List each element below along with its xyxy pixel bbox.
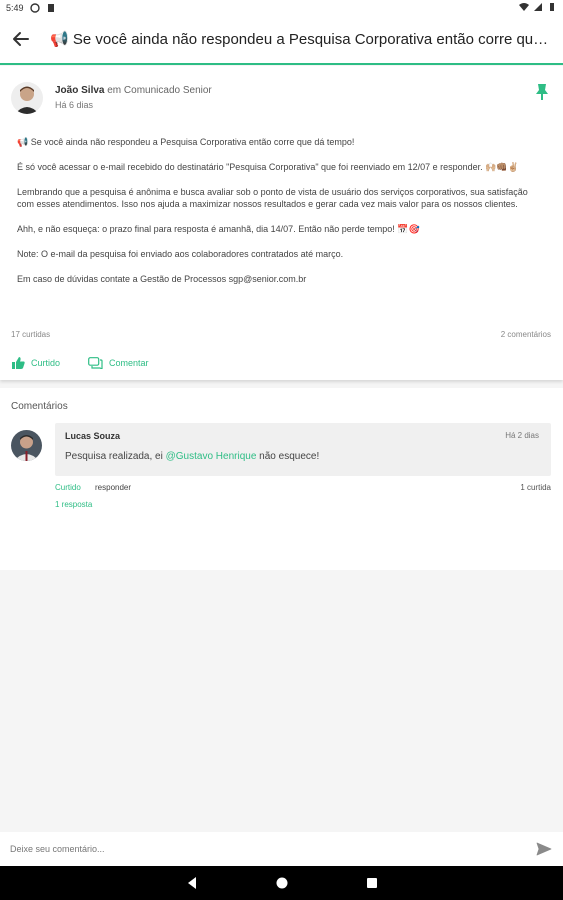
post-paragraph: Em caso de dúvidas contate a Gestão de P… [17,274,307,284]
like-icon [12,357,25,369]
likes-count[interactable]: 17 curtidas [11,330,50,339]
post-paragraph: Note: O e-mail da pesquisa foi enviado a… [17,249,344,259]
comment-card: Lucas Souza Há 2 dias Pesquisa realizada… [55,423,551,476]
page-title: 📢 Se você ainda não respondeu a Pesquisa… [50,31,550,48]
comment-text: Pesquisa realizada, ei @Gustavo Henrique… [65,451,319,462]
mention-link[interactable]: @Gustavo Henrique [166,451,257,462]
comment-composer [0,832,563,866]
author-line: João Silva em Comunicado Senior [55,85,212,96]
system-nav-bar [0,866,563,900]
status-bar: 5:49 [0,0,563,18]
comment-time: Há 2 dias [505,431,539,440]
post-context: em Comunicado Senior [107,85,212,96]
nav-home-icon[interactable] [275,876,289,890]
pin-icon [536,84,548,100]
comment-label: Comentar [109,358,149,368]
sync-icon [29,3,40,13]
battery-icon [550,3,554,11]
like-label: Curtido [31,358,61,368]
post-body: 📢 Se você ainda não respondeu a Pesquisa… [17,136,547,298]
commenter-avatar[interactable] [11,430,42,461]
post-paragraph: Lembrando que a pesquisa é anônima e bus… [17,187,528,209]
reply-button[interactable]: responder [95,483,131,492]
comment-author[interactable]: Lucas Souza [65,431,120,441]
post-card: João Silva em Comunicado Senior Há 6 dia… [0,66,563,380]
comment-text-before: Pesquisa realizada, ei [65,451,163,462]
wifi-icon [519,3,529,11]
nav-recents-icon[interactable] [365,876,379,890]
sd-card-icon [47,4,54,12]
comments-count[interactable]: 2 comentários [501,330,551,339]
author-avatar[interactable] [11,82,43,114]
comments-header: Comentários [11,401,68,412]
back-arrow-icon[interactable] [10,28,32,50]
nav-back-icon[interactable] [185,876,199,890]
comment-button[interactable]: Comentar [88,357,149,369]
send-icon[interactable] [536,841,552,857]
comment-input[interactable] [10,840,510,858]
status-time: 5:49 [6,3,24,13]
comment-text-after: não esquece! [259,451,320,462]
post-paragraph: 📢 Se você ainda não respondeu a Pesquisa… [17,137,355,147]
author-name[interactable]: João Silva [55,85,104,96]
comment-likes-count[interactable]: 1 curtida [520,483,551,492]
app-bar: 📢 Se você ainda não respondeu a Pesquisa… [0,18,563,65]
post-paragraph: Ahh, e não esqueça: o prazo final para r… [17,224,420,234]
comments-section: Comentários Lucas Souza Há 2 dias Pesqui… [0,388,563,570]
like-button[interactable]: Curtido [12,357,60,369]
comment-icon [88,357,103,369]
post-paragraph: É só você acessar o e-mail recebido do d… [17,162,519,172]
post-time: Há 6 dias [55,100,94,110]
signal-icon [534,3,542,11]
replies-link[interactable]: 1 resposta [55,500,92,509]
comment-liked-button[interactable]: Curtido [55,483,81,492]
